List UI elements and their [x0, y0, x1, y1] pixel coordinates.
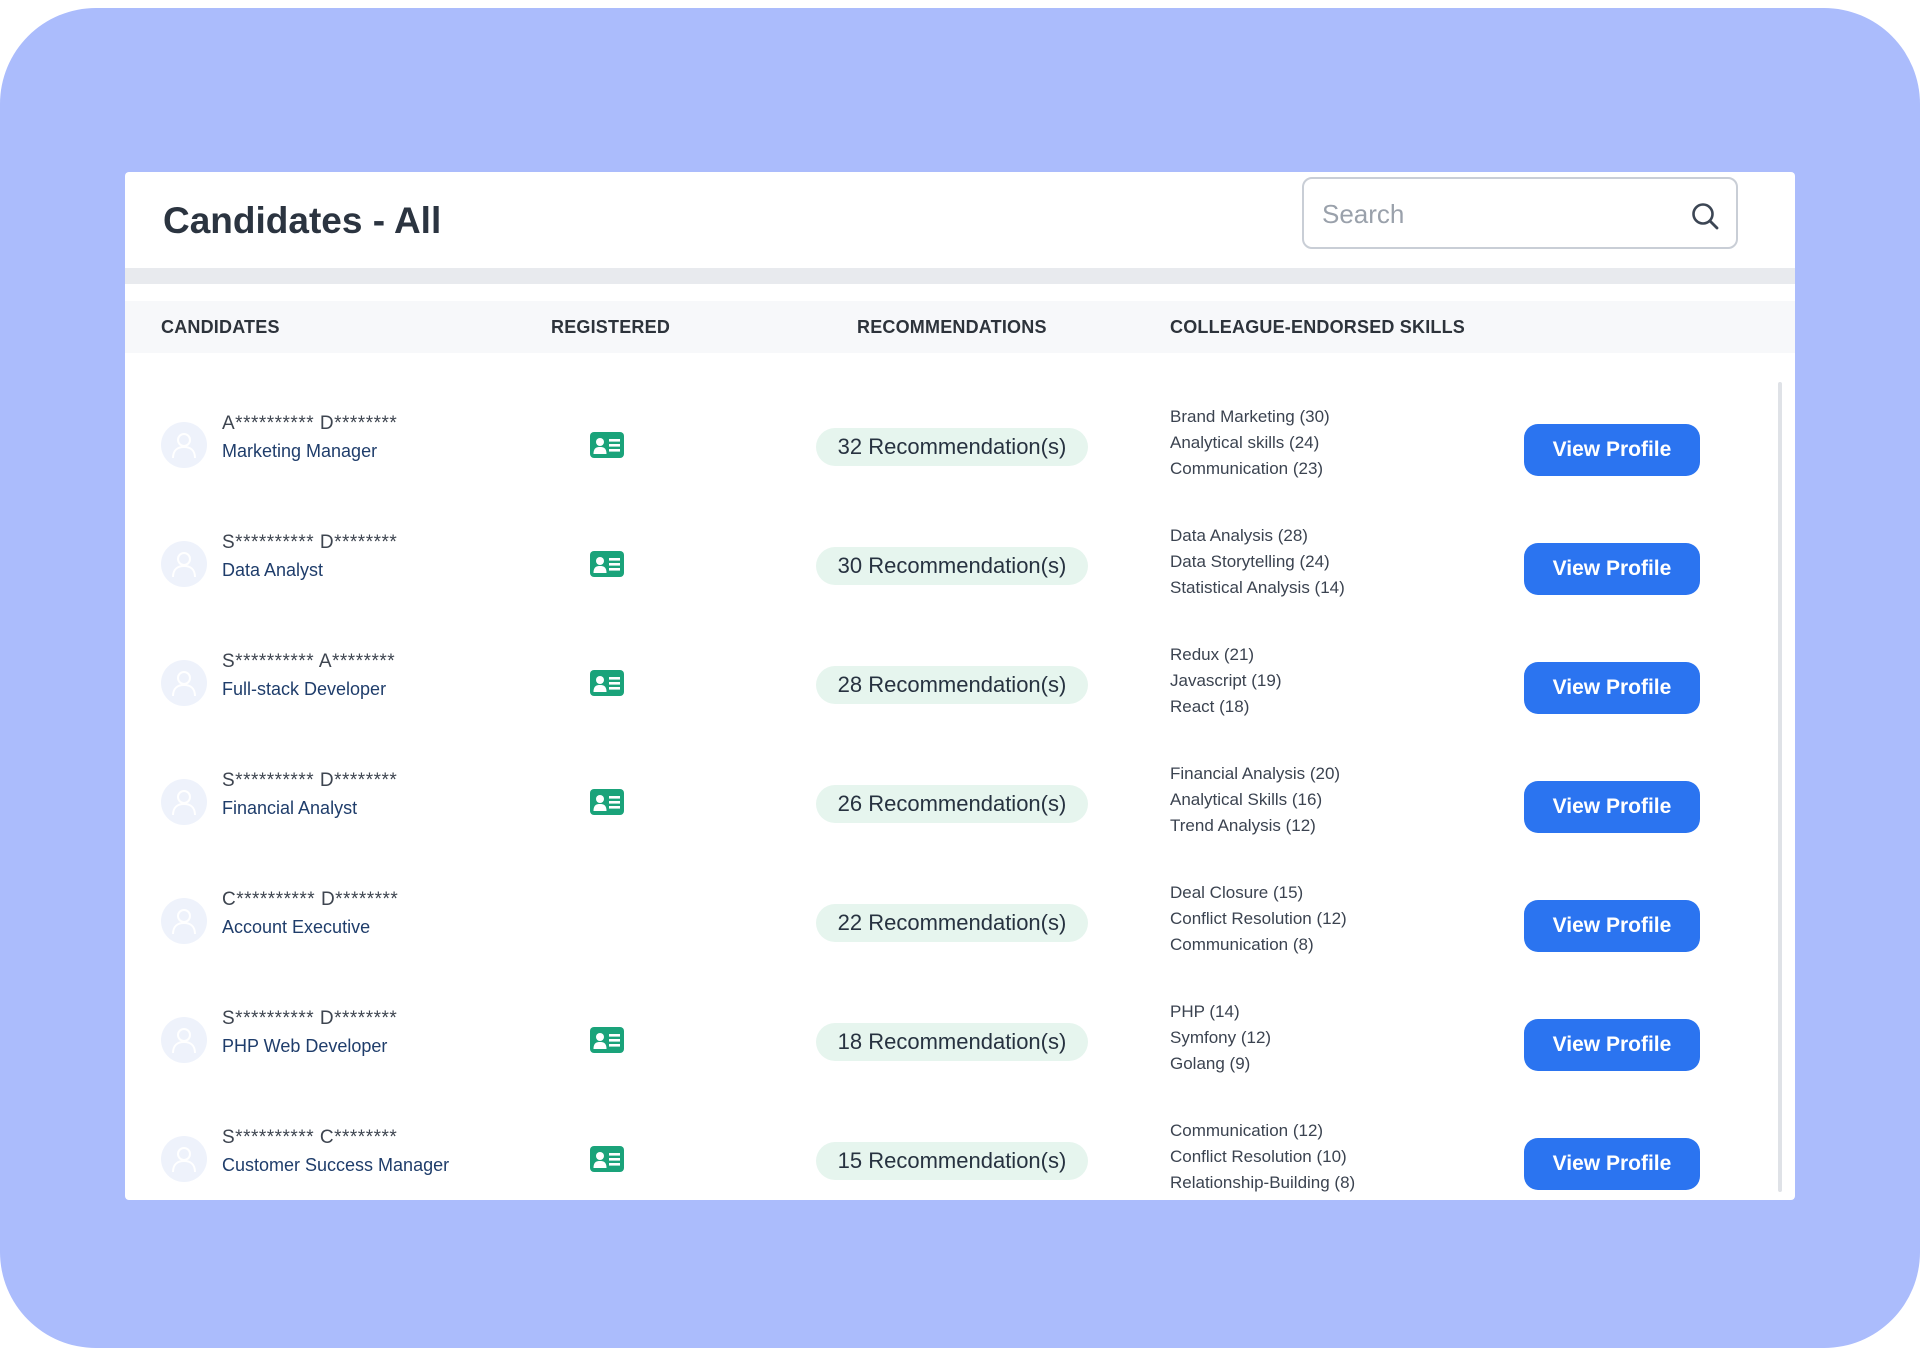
skill-item: Conflict Resolution (12): [1170, 909, 1347, 928]
header-recommendations: RECOMMENDATIONS: [857, 317, 1047, 337]
table-header: CANDIDATES REGISTERED RECOMMENDATIONS CO…: [125, 301, 1795, 353]
candidate-name: S********** C********: [222, 1127, 398, 1148]
id-card-icon: [590, 432, 624, 458]
endorsed-skills: Financial Analysis (20) Analytical Skill…: [1170, 761, 1340, 839]
skill-item: Analytical skills (24): [1170, 433, 1320, 452]
recommendations-badge: 22 Recommendation(s): [816, 904, 1088, 942]
candidates-panel: Candidates - All CANDIDATES REGISTERED R…: [125, 172, 1795, 1200]
skill-item: Brand Marketing (30): [1170, 407, 1330, 426]
recommendations-badge: 28 Recommendation(s): [816, 666, 1088, 704]
candidate-name: S********** D********: [222, 770, 398, 791]
view-profile-button[interactable]: View Profile: [1524, 662, 1700, 714]
table-row: S********** D******** Financial Analyst …: [125, 738, 1795, 857]
skill-item: Statistical Analysis (14): [1170, 578, 1345, 597]
skill-item: Trend Analysis (12): [1170, 816, 1316, 835]
recommendations-badge: 32 Recommendation(s): [816, 428, 1088, 466]
avatar: [161, 422, 207, 468]
header-skills: COLLEAGUE-ENDORSED SKILLS: [1170, 317, 1466, 337]
view-profile-button[interactable]: View Profile: [1524, 781, 1700, 833]
header-candidates: CANDIDATES: [161, 317, 280, 337]
search-input[interactable]: [1320, 179, 1684, 249]
candidate-role: PHP Web Developer: [222, 1036, 388, 1056]
user-icon: [172, 1147, 196, 1173]
candidate-role: Marketing Manager: [222, 441, 378, 461]
table-row: C********** D******** Account Executive …: [125, 857, 1795, 976]
view-profile-button[interactable]: View Profile: [1524, 1138, 1700, 1190]
search-icon[interactable]: [1690, 201, 1720, 231]
avatar: [161, 898, 207, 944]
user-icon: [172, 790, 196, 816]
recommendations-badge: 15 Recommendation(s): [816, 1142, 1088, 1180]
id-card-icon: [590, 1146, 624, 1172]
id-card-icon: [590, 670, 624, 696]
skill-item: Financial Analysis (20): [1170, 764, 1341, 783]
skill-item: Data Storytelling (24): [1170, 552, 1330, 571]
search-box[interactable]: [1302, 177, 1738, 249]
user-icon: [172, 909, 196, 935]
background-frame: Candidates - All CANDIDATES REGISTERED R…: [0, 8, 1920, 1348]
view-profile-button[interactable]: View Profile: [1524, 1019, 1700, 1071]
skill-item: React (18): [1170, 697, 1250, 716]
header-registered: REGISTERED: [551, 317, 671, 337]
skill-item: Communication (12): [1170, 1121, 1324, 1140]
user-icon: [172, 671, 196, 697]
candidate-role: Financial Analyst: [222, 798, 358, 818]
endorsed-skills: Deal Closure (15) Conflict Resolution (1…: [1170, 880, 1347, 958]
table-row: S********** C******** Customer Success M…: [125, 1095, 1795, 1200]
user-icon: [172, 552, 196, 578]
candidate-name: S********** A********: [222, 651, 396, 672]
candidate-role: Data Analyst: [222, 560, 324, 580]
candidate-role: Customer Success Manager: [222, 1155, 450, 1175]
recommendations-badge: 30 Recommendation(s): [816, 547, 1088, 585]
skill-item: Analytical Skills (16): [1170, 790, 1323, 809]
skill-item: Communication (23): [1170, 459, 1324, 478]
candidate-role: Account Executive: [222, 917, 371, 937]
id-card-icon: [590, 789, 624, 815]
avatar: [161, 1136, 207, 1182]
skill-item: Communication (8): [1170, 935, 1314, 954]
page-title: Candidates - All: [163, 200, 442, 241]
avatar: [161, 660, 207, 706]
candidate-name: S********** D********: [222, 532, 398, 553]
skill-item: Symfony (12): [1170, 1028, 1272, 1047]
table-row: A********** D******** Marketing Manager …: [125, 381, 1795, 500]
skill-item: Golang (9): [1170, 1054, 1251, 1073]
candidate-name: S********** D********: [222, 1008, 398, 1029]
scrollbar[interactable]: [1778, 382, 1782, 1192]
view-profile-button[interactable]: View Profile: [1524, 900, 1700, 952]
candidate-name: A********** D********: [222, 413, 398, 434]
avatar: [161, 541, 207, 587]
recommendations-badge: 18 Recommendation(s): [816, 1023, 1088, 1061]
id-card-icon: [590, 1027, 624, 1053]
endorsed-skills: Communication (12) Conflict Resolution (…: [1170, 1118, 1355, 1196]
view-profile-button[interactable]: View Profile: [1524, 424, 1700, 476]
skill-item: Relationship-Building (8): [1170, 1173, 1356, 1192]
endorsed-skills: Brand Marketing (30) Analytical skills (…: [1170, 404, 1330, 482]
user-icon: [172, 433, 196, 459]
skill-item: Conflict Resolution (10): [1170, 1147, 1347, 1166]
table-row: S********** D******** Data Analyst 30 Re…: [125, 500, 1795, 619]
avatar: [161, 779, 207, 825]
view-profile-button[interactable]: View Profile: [1524, 543, 1700, 595]
endorsed-skills: PHP (14) Symfony (12) Golang (9): [1170, 999, 1271, 1077]
avatar: [161, 1017, 207, 1063]
skill-item: Deal Closure (15): [1170, 883, 1304, 902]
table-row: S********** A******** Full-stack Develop…: [125, 619, 1795, 738]
skill-item: Data Analysis (28): [1170, 526, 1308, 545]
skill-item: PHP (14): [1170, 1002, 1240, 1021]
user-icon: [172, 1028, 196, 1054]
id-card-icon: [590, 551, 624, 577]
endorsed-skills: Redux (21) Javascript (19) React (18): [1170, 642, 1281, 720]
header-divider: [125, 268, 1795, 284]
endorsed-skills: Data Analysis (28) Data Storytelling (24…: [1170, 523, 1345, 601]
candidate-name: C********** D********: [222, 889, 399, 910]
candidate-role: Full-stack Developer: [222, 679, 387, 699]
skill-item: Javascript (19): [1170, 671, 1282, 690]
skill-item: Redux (21): [1170, 645, 1255, 664]
recommendations-badge: 26 Recommendation(s): [816, 785, 1088, 823]
table-row: S********** D******** PHP Web Developer …: [125, 976, 1795, 1095]
